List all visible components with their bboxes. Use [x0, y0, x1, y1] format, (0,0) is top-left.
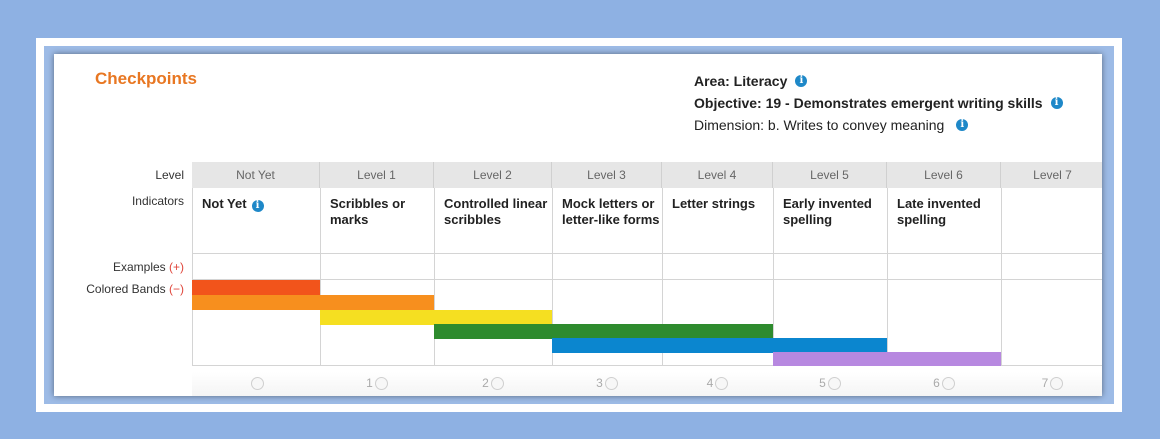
area-row: Area: Literacy i	[694, 70, 1063, 92]
radio-button[interactable]	[827, 377, 841, 391]
level-header: Level 4	[662, 162, 773, 188]
band-green	[434, 324, 552, 339]
info-icon[interactable]: i	[956, 119, 969, 131]
row-label-colored-bands: Colored Bands (−)	[86, 282, 184, 296]
area-label: Area: Literacy	[694, 73, 788, 89]
indicator-label: Early invented spelling	[783, 196, 872, 227]
indicator-label: Mock letters or letter-like forms	[562, 196, 660, 227]
rating-option[interactable]: 2	[434, 372, 552, 396]
band-orange	[192, 295, 320, 310]
band-purple	[887, 352, 1001, 366]
examples-cell[interactable]	[320, 254, 434, 280]
rating-option[interactable]: 5	[773, 372, 887, 396]
examples-cell[interactable]	[434, 254, 552, 280]
rating-number: 1	[366, 376, 373, 390]
indicator-label: Letter strings	[672, 196, 756, 211]
dimension-row: Dimension: b. Writes to convey meaning i	[694, 114, 1063, 136]
radio-button[interactable]	[715, 377, 729, 391]
colored-bands-collapse-toggle[interactable]: (−)	[169, 282, 184, 296]
band-cell	[662, 280, 773, 366]
examples-cell[interactable]	[887, 254, 1001, 280]
radio-button[interactable]	[250, 377, 264, 391]
rating-option[interactable]: 3	[552, 372, 662, 396]
rating-number: 2	[482, 376, 489, 390]
radio-button[interactable]	[1050, 377, 1064, 391]
indicator-label: Controlled linear scribbles	[444, 196, 548, 227]
rating-number: 3	[596, 376, 603, 390]
level-header: Level 2	[434, 162, 552, 188]
radio-button[interactable]	[490, 377, 504, 391]
radio-button[interactable]	[604, 377, 618, 391]
row-label-examples: Examples (+)	[113, 260, 184, 274]
examples-cell[interactable]	[552, 254, 662, 280]
examples-cell[interactable]	[192, 254, 320, 280]
indicator-cell: Not Yet i	[192, 188, 320, 254]
indicator-cell	[1001, 188, 1102, 254]
indicator-cell: Scribbles or marks	[320, 188, 434, 254]
indicator-label: Late invented spelling	[897, 196, 981, 227]
rating-number: 7	[1041, 376, 1049, 390]
indicator-cell: Late invented spelling	[887, 188, 1001, 254]
level-header: Level 6	[887, 162, 1001, 188]
row-label-indicators: Indicators	[131, 194, 184, 208]
rating-number: 6	[933, 376, 940, 390]
examples-cell[interactable]	[1001, 254, 1102, 280]
band-cell	[552, 280, 662, 366]
level-header: Not Yet	[192, 162, 320, 188]
panel-title: Checkpoints	[95, 69, 198, 88]
band-yellow	[320, 310, 434, 325]
radio-button[interactable]	[941, 377, 955, 391]
indicator-cell: Letter strings	[662, 188, 773, 254]
band-green	[552, 324, 773, 339]
band-purple	[773, 352, 887, 366]
level-header: Level 7	[1001, 162, 1102, 188]
examples-cell[interactable]	[662, 254, 773, 280]
band-orange	[320, 295, 434, 310]
row-label-level: Level	[155, 168, 184, 182]
indicator-cell: Mock letters or letter-like forms	[552, 188, 662, 254]
rating-option[interactable]: 7	[1001, 372, 1102, 396]
objective-row: Objective: 19 - Demonstrates emergent wr…	[694, 92, 1063, 114]
rating-number: 4	[706, 376, 714, 390]
level-header: Level 1	[320, 162, 434, 188]
outer-frame: Checkpoints Area: Literacy i Objective: …	[36, 38, 1122, 412]
band-blue	[552, 338, 773, 353]
dimension-label: Dimension: b. Writes to convey meaning	[694, 117, 945, 133]
indicator-label: Not Yet	[202, 196, 247, 211]
info-icon[interactable]: i	[1050, 97, 1063, 109]
level-header: Level 3	[552, 162, 662, 188]
rating-option[interactable]: 4	[662, 372, 773, 396]
band-red	[192, 280, 320, 295]
indicator-cell: Early invented spelling	[773, 188, 887, 254]
rating-option[interactable]: 6	[887, 372, 1001, 396]
rating-option[interactable]	[192, 372, 320, 396]
examples-expand-toggle[interactable]: (+)	[169, 260, 184, 274]
rating-option[interactable]: 1	[320, 372, 434, 396]
colored-bands-label: Colored Bands	[86, 282, 166, 296]
inner-frame: Checkpoints Area: Literacy i Objective: …	[44, 46, 1114, 404]
objective-label: Objective: 19 - Demonstrates emergent wr…	[694, 95, 1043, 111]
rating-number: 5	[819, 376, 826, 390]
band-cell	[1001, 280, 1102, 366]
checkpoints-panel: Checkpoints Area: Literacy i Objective: …	[54, 54, 1102, 396]
indicator-cell: Controlled linear scribbles	[434, 188, 552, 254]
info-icon[interactable]: i	[251, 200, 264, 212]
band-blue	[773, 338, 887, 353]
radio-button[interactable]	[374, 377, 388, 391]
examples-cell[interactable]	[773, 254, 887, 280]
info-icon[interactable]: i	[795, 75, 808, 87]
examples-label: Examples	[112, 260, 166, 274]
level-header: Level 5	[773, 162, 887, 188]
indicator-label: Scribbles or marks	[330, 196, 406, 227]
band-yellow	[434, 310, 552, 325]
objective-info: Area: Literacy i Objective: 19 - Demonst…	[694, 70, 1063, 136]
